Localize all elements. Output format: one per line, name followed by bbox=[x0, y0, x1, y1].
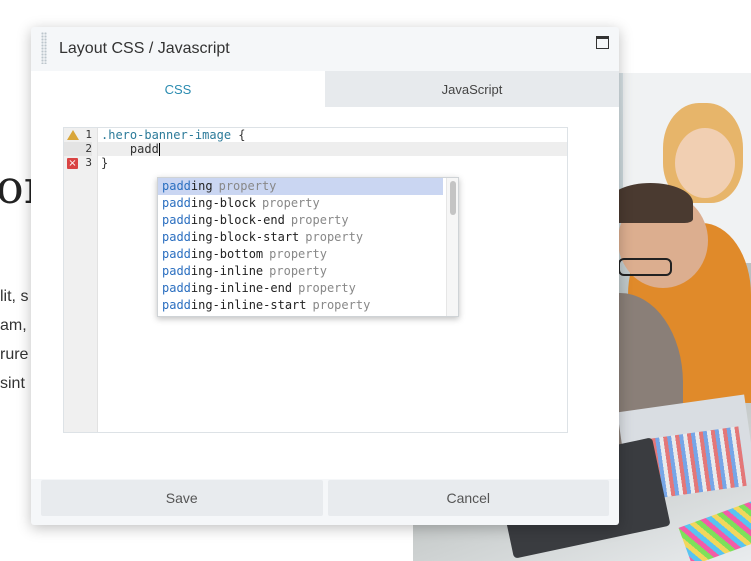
text-cursor bbox=[158, 143, 160, 156]
line-number: 1 bbox=[85, 128, 92, 141]
ac-rest-text: ing-block-start bbox=[190, 230, 300, 244]
gutter-line-2: 2 bbox=[64, 142, 92, 156]
ac-rest-text: ing-inline bbox=[190, 264, 264, 278]
dialog-footer: Save Cancel bbox=[41, 480, 609, 516]
maximize-icon[interactable] bbox=[596, 36, 609, 49]
ac-type-label: property bbox=[305, 230, 364, 244]
ac-type-label: property bbox=[218, 179, 277, 193]
ac-rest-text: ing-inline-end bbox=[190, 281, 293, 295]
autocomplete-item[interactable]: padding property bbox=[158, 178, 443, 195]
background-text-line: am, bbox=[0, 317, 27, 334]
css-js-dialog: Layout CSS / Javascript CSS JavaScript 1… bbox=[31, 27, 619, 525]
ac-match-text: padd bbox=[162, 196, 191, 210]
background-text-line: sint bbox=[0, 375, 25, 392]
ac-type-label: property bbox=[261, 196, 320, 210]
gutter-line-1: 1 bbox=[64, 128, 92, 142]
ac-rest-text: ing-block bbox=[190, 196, 256, 210]
ac-type-label: property bbox=[312, 298, 371, 312]
cancel-button[interactable]: Cancel bbox=[327, 480, 609, 516]
background-paragraph: lit, s am, rure sint bbox=[0, 282, 28, 398]
dialog-title: Layout CSS / Javascript bbox=[59, 40, 230, 57]
ac-rest-text: ing-inline-start bbox=[190, 298, 307, 312]
ac-rest-text: ing-bottom bbox=[190, 247, 264, 261]
autocomplete-item[interactable]: padding-inline-start property bbox=[158, 297, 443, 314]
ac-match-text: padd bbox=[162, 213, 191, 227]
autocomplete-item[interactable]: padding-block property bbox=[158, 195, 443, 212]
code-editor[interactable]: 1 2 × 3 .hero-banner-image { padd } padd… bbox=[63, 127, 568, 433]
dialog-header: Layout CSS / Javascript bbox=[31, 27, 619, 71]
code-text: } bbox=[101, 156, 109, 170]
active-line-highlight bbox=[98, 142, 567, 156]
gutter-line-3: × 3 bbox=[64, 156, 92, 170]
code-line-2: padd bbox=[101, 142, 160, 156]
autocomplete-popup: padding property padding-block property pa… bbox=[157, 177, 459, 317]
ac-match-text: padd bbox=[162, 247, 191, 261]
autocomplete-scrollbar-thumb[interactable] bbox=[450, 181, 456, 215]
autocomplete-item[interactable]: padding-inline-end property bbox=[158, 280, 443, 297]
warning-icon[interactable] bbox=[67, 130, 79, 140]
ac-match-text: padd bbox=[162, 264, 191, 278]
autocomplete-item[interactable]: padding-block-end property bbox=[158, 212, 443, 229]
autocomplete-item[interactable]: padding-inline property bbox=[158, 263, 443, 280]
drag-handle-icon[interactable] bbox=[41, 32, 47, 64]
autocomplete-item[interactable]: padding-bottom property bbox=[158, 246, 443, 263]
ac-rest-text: ing-block-end bbox=[190, 213, 285, 227]
tab-javascript[interactable]: JavaScript bbox=[325, 71, 619, 107]
ac-match-text: padd bbox=[162, 281, 191, 295]
ac-rest-text: ing bbox=[190, 179, 213, 193]
autocomplete-item[interactable]: padding-block-start property bbox=[158, 229, 443, 246]
line-number: 2 bbox=[85, 142, 92, 155]
ac-match-text: padd bbox=[162, 298, 191, 312]
editor-panel: 1 2 × 3 .hero-banner-image { padd } padd… bbox=[31, 107, 619, 479]
code-text: { bbox=[231, 128, 246, 142]
ac-type-label: property bbox=[298, 281, 356, 295]
code-line-1: .hero-banner-image { bbox=[101, 128, 246, 142]
background-text-line: rure bbox=[0, 346, 29, 363]
editor-tabs: CSS JavaScript bbox=[31, 71, 619, 107]
ac-match-text: padd bbox=[162, 230, 191, 244]
css-selector: .hero-banner-image bbox=[101, 128, 232, 142]
ac-type-label: property bbox=[269, 264, 327, 278]
code-line-3: } bbox=[101, 156, 108, 170]
save-button[interactable]: Save bbox=[41, 480, 323, 516]
background-text-line: lit, s bbox=[0, 288, 29, 305]
error-icon[interactable]: × bbox=[67, 158, 78, 169]
line-number: 3 bbox=[85, 156, 92, 169]
ac-type-label: property bbox=[269, 247, 327, 261]
ac-type-label: property bbox=[290, 213, 349, 227]
editor-gutter: 1 2 × 3 bbox=[64, 128, 98, 432]
tab-css[interactable]: CSS bbox=[31, 71, 325, 107]
ac-match-text: padd bbox=[162, 179, 191, 193]
code-text: padd bbox=[129, 142, 159, 156]
